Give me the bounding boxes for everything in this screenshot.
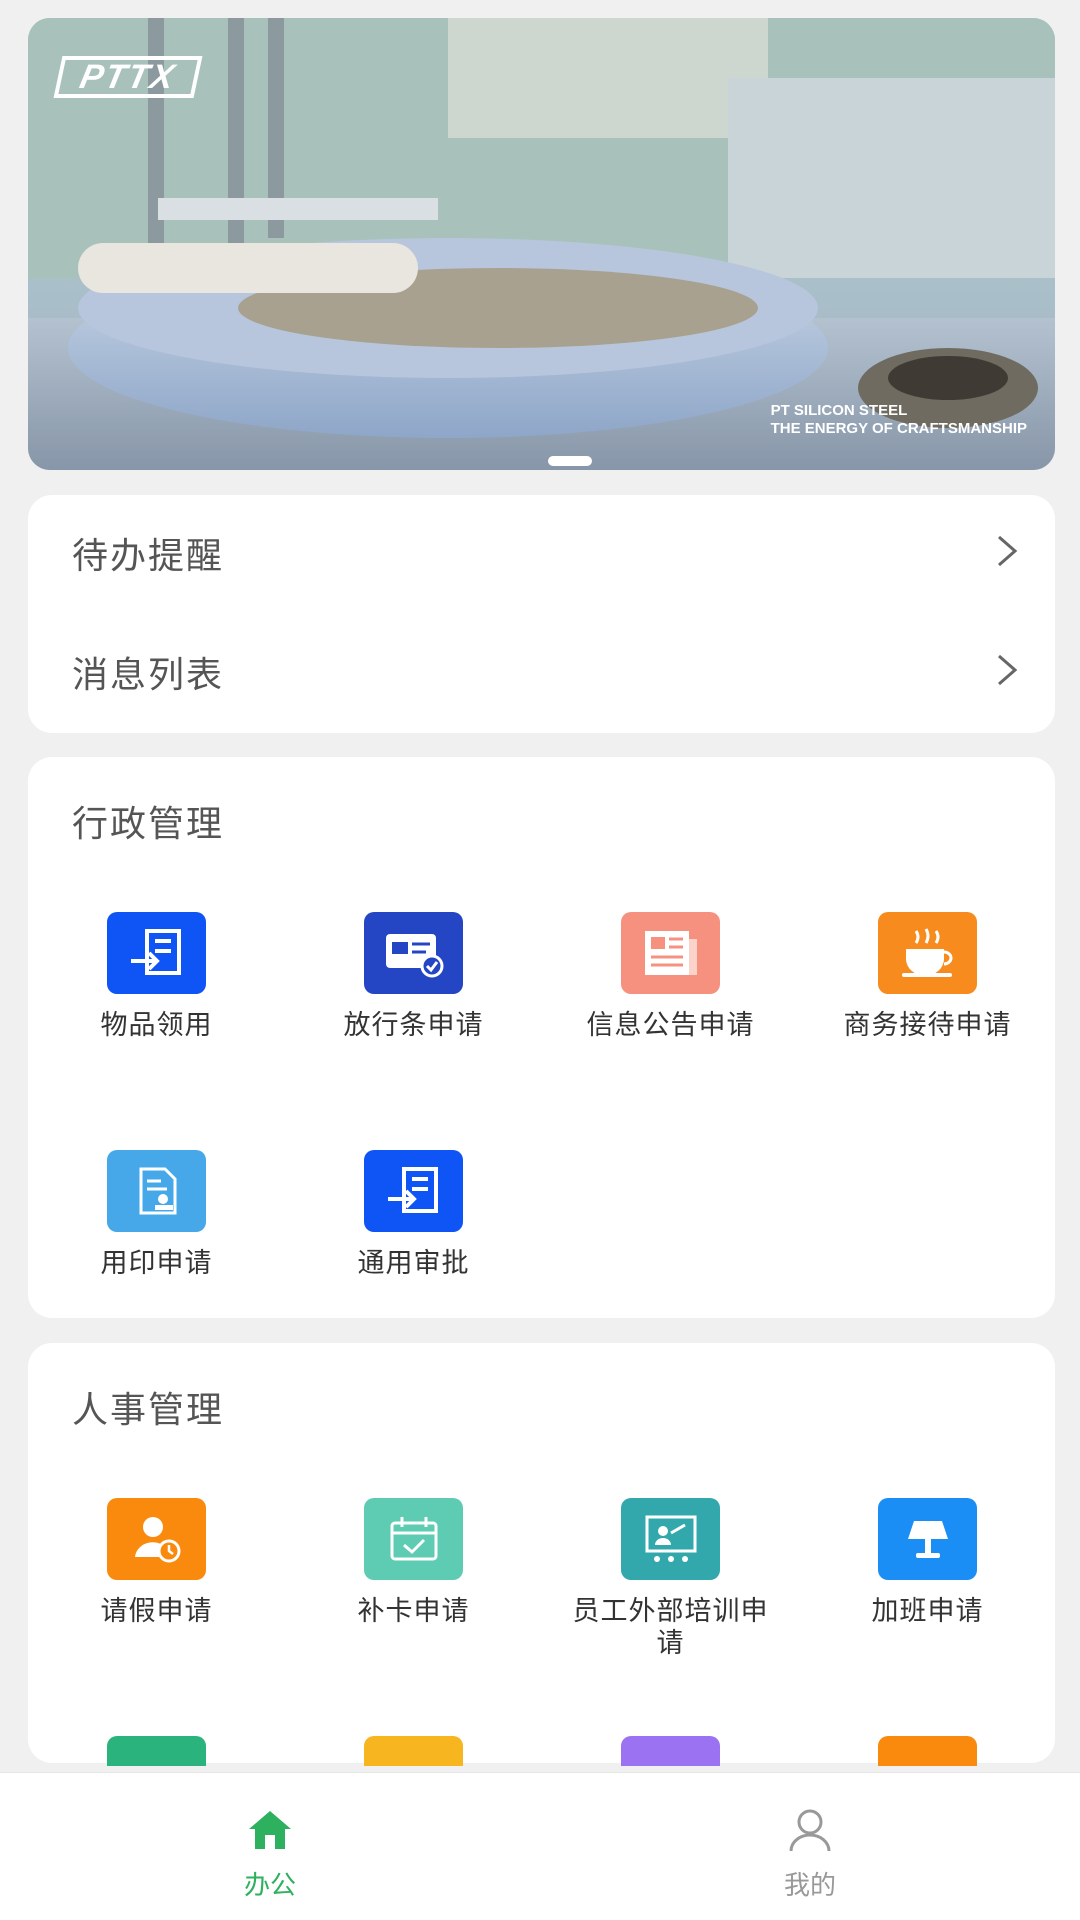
item-label: 加班申请 (871, 1596, 984, 1627)
tab-mine-label: 我的 (783, 1871, 836, 1901)
item-label: 商务接待申请 (843, 1010, 1012, 1041)
item-label: 用印申请 (100, 1248, 213, 1279)
bottom-nav-bar: 办公 我的 (0, 1772, 1080, 1920)
partial-icon[interactable] (621, 1736, 720, 1766)
item-label: 放行条申请 (343, 1010, 484, 1041)
partial-icon[interactable] (107, 1736, 206, 1766)
tab-mine[interactable]: 我的 (540, 1773, 1080, 1920)
banner-caption: PT SILICON STEEL THE ENERGY OF CRAFTSMAN… (771, 402, 1027, 438)
presentation-icon (621, 1498, 720, 1580)
message-list-row[interactable]: 消息列表 (28, 614, 1055, 732)
hr-management-card: 人事管理 请假申请 补卡申请 员工外部培训申请 加班申请 (28, 1343, 1055, 1766)
reminders-card: 待办提醒 消息列表 (28, 495, 1055, 733)
transfer-doc-icon (364, 1150, 463, 1232)
item-label: 物品领用 (100, 1010, 213, 1041)
chevron-right-icon (998, 654, 1018, 686)
partial-icon[interactable] (364, 1736, 463, 1766)
banner-caption-line1: PT SILICON STEEL (770, 402, 908, 419)
tab-office-label: 办公 (243, 1871, 296, 1901)
message-list-label: 消息列表 (72, 655, 225, 696)
calendar-check-icon (364, 1498, 463, 1580)
app-screen: PTTX PT SILICON STEEL THE ENERGY OF CRAF… (0, 0, 1080, 1920)
carousel-indicator[interactable] (548, 456, 592, 466)
transfer-doc-icon (107, 912, 206, 994)
section-title: 行政管理 (72, 804, 225, 845)
item-label: 补卡申请 (357, 1596, 470, 1627)
todo-reminder-label: 待办提醒 (72, 536, 225, 577)
status-bar-left (360, 0, 490, 4)
partial-icon[interactable] (878, 1736, 977, 1766)
admin-management-card: 行政管理 物品领用 放行条申请 信息公告申请 商务接待申请 用印申请 通用审批 (28, 757, 1055, 1318)
newspaper-icon (621, 912, 720, 994)
item-label: 员工外部培训申请 (572, 1596, 769, 1659)
item-label: 请假申请 (100, 1596, 213, 1627)
section-title: 人事管理 (72, 1390, 225, 1431)
item-label: 信息公告申请 (586, 1010, 755, 1041)
user-icon (789, 1809, 831, 1852)
todo-reminder-row[interactable]: 待办提醒 (28, 495, 1055, 613)
company-logo: PTTX (53, 56, 203, 98)
chevron-right-icon (998, 535, 1018, 567)
pass-card-icon (364, 912, 463, 994)
status-bar-right (620, 0, 1020, 4)
home-icon (249, 1811, 291, 1849)
seal-doc-icon (107, 1150, 206, 1232)
banner-carousel[interactable]: PTTX PT SILICON STEEL THE ENERGY OF CRAF… (28, 18, 1055, 470)
user-clock-icon (107, 1498, 206, 1580)
coffee-cup-icon (878, 912, 977, 994)
tab-office[interactable]: 办公 (0, 1773, 540, 1920)
banner-caption-line2: THE ENERGY OF CRAFTSMANSHIP (770, 420, 1027, 437)
status-bar (0, 0, 1080, 18)
item-label: 通用审批 (357, 1248, 470, 1279)
lamp-icon (878, 1498, 977, 1580)
